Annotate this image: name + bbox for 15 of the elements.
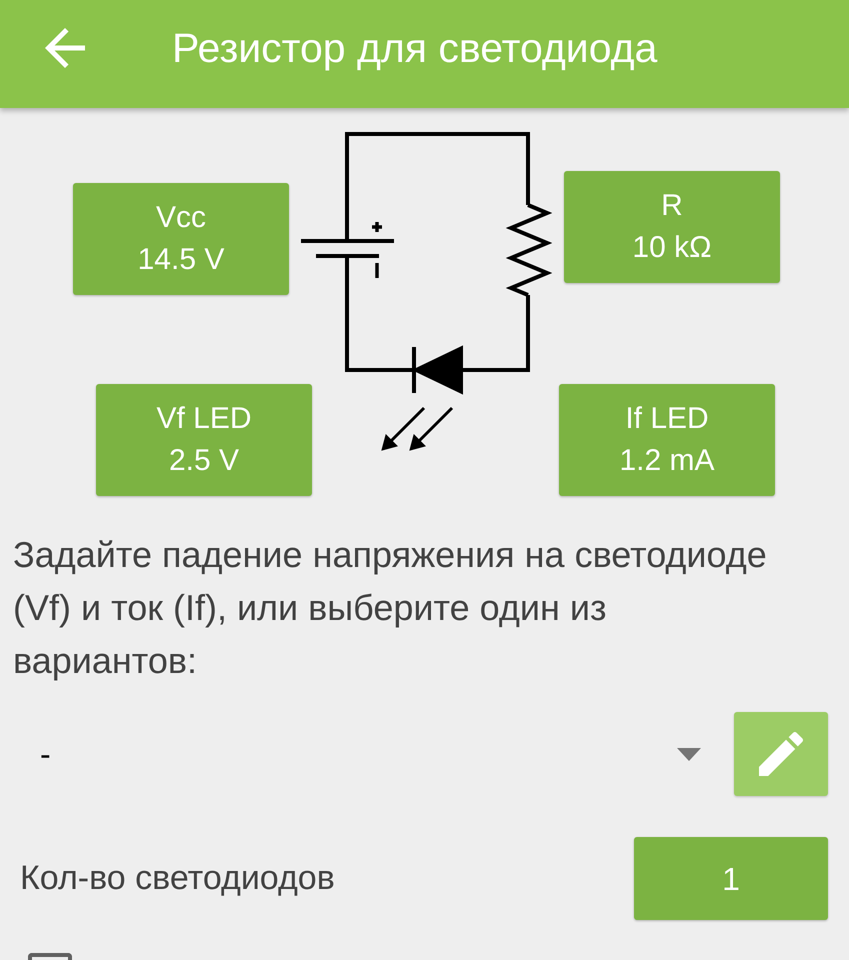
led-count-field[interactable]: 1 xyxy=(634,837,828,920)
back-button[interactable] xyxy=(45,28,85,68)
preset-dropdown[interactable]: - xyxy=(20,712,710,796)
caret-icon xyxy=(677,748,701,760)
pencil-icon xyxy=(759,732,803,776)
parameter-button[interactable]: R 10 kΩ xyxy=(564,171,780,283)
back-arrow-icon xyxy=(45,28,85,68)
instruction-text: Задайте падение напряжения на светодиоде (Vf) и ток (If), или выберите один из вариантов: xyxy=(13,533,768,683)
parameter-button[interactable]: If LED 1.2 mA xyxy=(559,384,775,496)
checkbox-icon[interactable] xyxy=(28,953,72,960)
screen-title: Резистор для светодиода xyxy=(172,28,658,68)
edit-button[interactable] xyxy=(734,712,828,796)
led-count-label: Кол-во светодиодов xyxy=(20,858,335,899)
parameter-button[interactable]: Vf LED 2.5 V xyxy=(96,384,312,496)
parameter-button[interactable]: Vcc 14.5 V xyxy=(73,183,289,295)
